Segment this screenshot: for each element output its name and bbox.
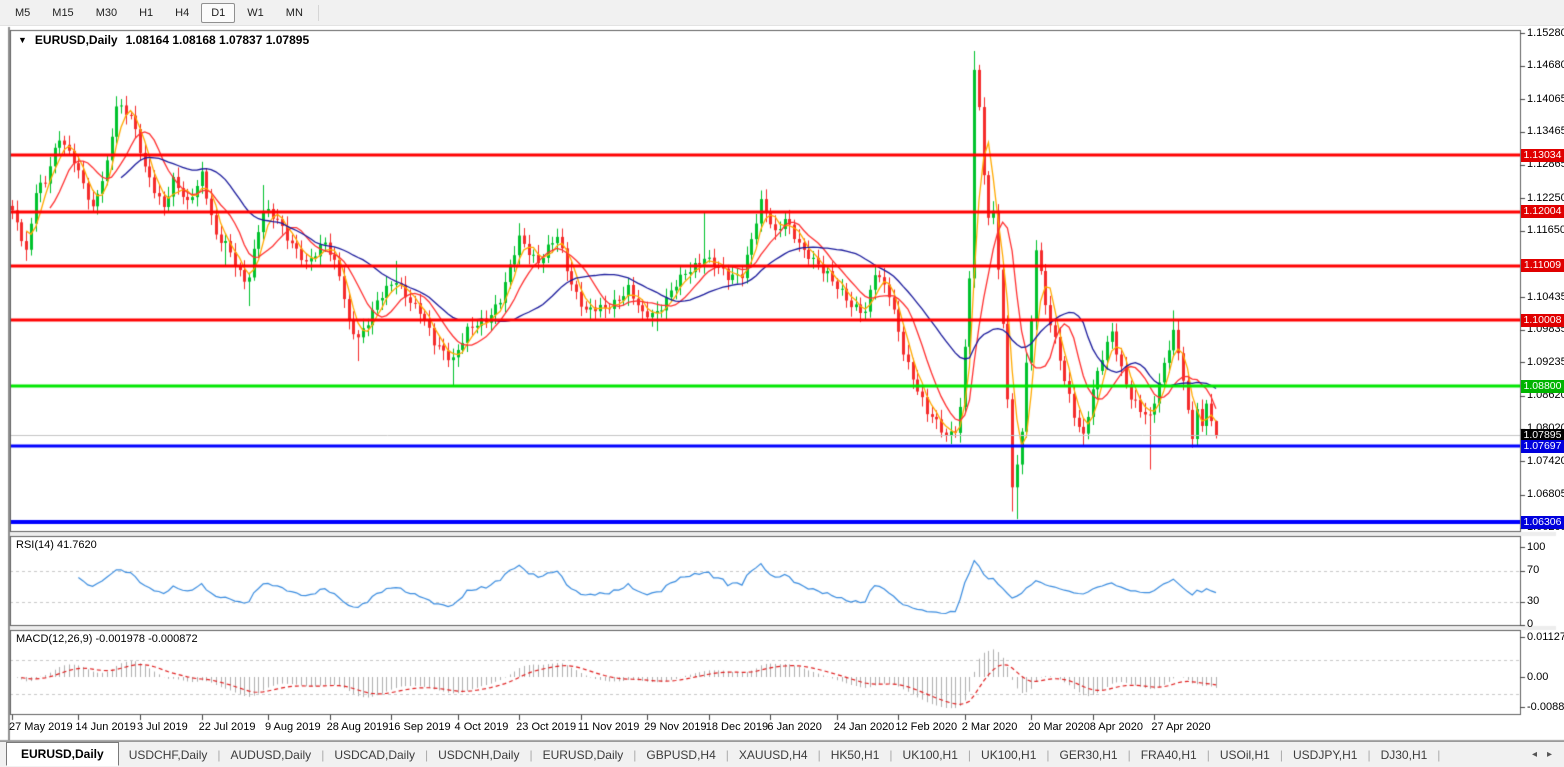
chart-tab-HK50-H1[interactable]: HK50,H1	[821, 745, 890, 765]
chart-tab-USDCHF-Daily[interactable]: USDCHF,Daily	[119, 745, 218, 765]
chart-tab-UK100-H1[interactable]: UK100,H1	[893, 745, 968, 765]
timeframe-button-M15[interactable]: M15	[42, 3, 83, 23]
chart-tab-GBPUSD-H4[interactable]: GBPUSD,H4	[636, 745, 725, 765]
mt4-terminal: { "toolbar": { "timeframes": ["M5","M15"…	[0, 0, 1564, 767]
chart-symbol-title: EURUSD,Daily	[34, 33, 118, 47]
timeframe-button-H4[interactable]: H4	[165, 3, 199, 23]
tab-scroll-controls: ◂ ▸	[1520, 749, 1564, 760]
chart-ohlc-values: 1.08164 1.08168 1.07837 1.07895	[125, 33, 310, 47]
chart-tab-AUDUSD-Daily[interactable]: AUDUSD,Daily	[221, 745, 322, 765]
chart-tab-USDCNH-Daily[interactable]: USDCNH,Daily	[428, 745, 529, 765]
timeframe-button-M5[interactable]: M5	[5, 3, 40, 23]
chart-tab-XAUUSD-H4[interactable]: XAUUSD,H4	[729, 745, 818, 765]
chart-tab-EURUSD-Daily[interactable]: EURUSD,Daily	[533, 745, 634, 765]
macd-indicator-label: MACD(12,26,9) -0.001978 -0.000872	[16, 633, 198, 645]
chart-tab-FRA40-H1[interactable]: FRA40,H1	[1131, 745, 1207, 765]
timeframe-toolbar: M5 M15 M30 H1 H4 D1 W1 MN	[0, 0, 1564, 26]
chart-tab-USDCAD-Daily[interactable]: USDCAD,Daily	[324, 745, 425, 765]
chart-tab-USDJPY-H1[interactable]: USDJPY,H1	[1283, 745, 1367, 765]
chart-tab-bar: EURUSD,Daily USDCHF,Daily | AUDUSD,Daily | US…	[0, 741, 1564, 767]
rsi-indicator-label: RSI(14) 41.7620	[16, 539, 97, 551]
toolbar-separator	[317, 4, 319, 21]
chart-tab-DJ30-H1[interactable]: DJ30,H1	[1371, 745, 1438, 765]
tab-scroll-left-icon[interactable]: ◂	[1532, 749, 1537, 760]
chart-tab-USOil-H1[interactable]: USOil,H1	[1210, 745, 1280, 765]
tab-separator: |	[1437, 747, 1441, 762]
chart-title-row: ▼ EURUSD,Daily 1.08164 1.08168 1.07837 1…	[18, 33, 309, 47]
timeframe-button-D1[interactable]: D1	[201, 2, 236, 23]
chart-canvas[interactable]	[0, 0, 1564, 767]
timeframe-button-H1[interactable]: H1	[129, 3, 163, 23]
tab-scroll-right-icon[interactable]: ▸	[1547, 749, 1552, 760]
timeframe-button-M30[interactable]: M30	[86, 3, 127, 23]
chart-tab-UK100-H1[interactable]: UK100,H1	[971, 745, 1046, 765]
symbol-dropdown-icon[interactable]: ▼	[18, 35, 27, 45]
timeframe-button-W1[interactable]: W1	[237, 3, 274, 23]
chart-tab-GER30-H1[interactable]: GER30,H1	[1050, 745, 1128, 765]
timeframe-button-MN[interactable]: MN	[276, 3, 313, 23]
chart-tab-EURUSD-Daily[interactable]: EURUSD,Daily	[6, 742, 119, 766]
